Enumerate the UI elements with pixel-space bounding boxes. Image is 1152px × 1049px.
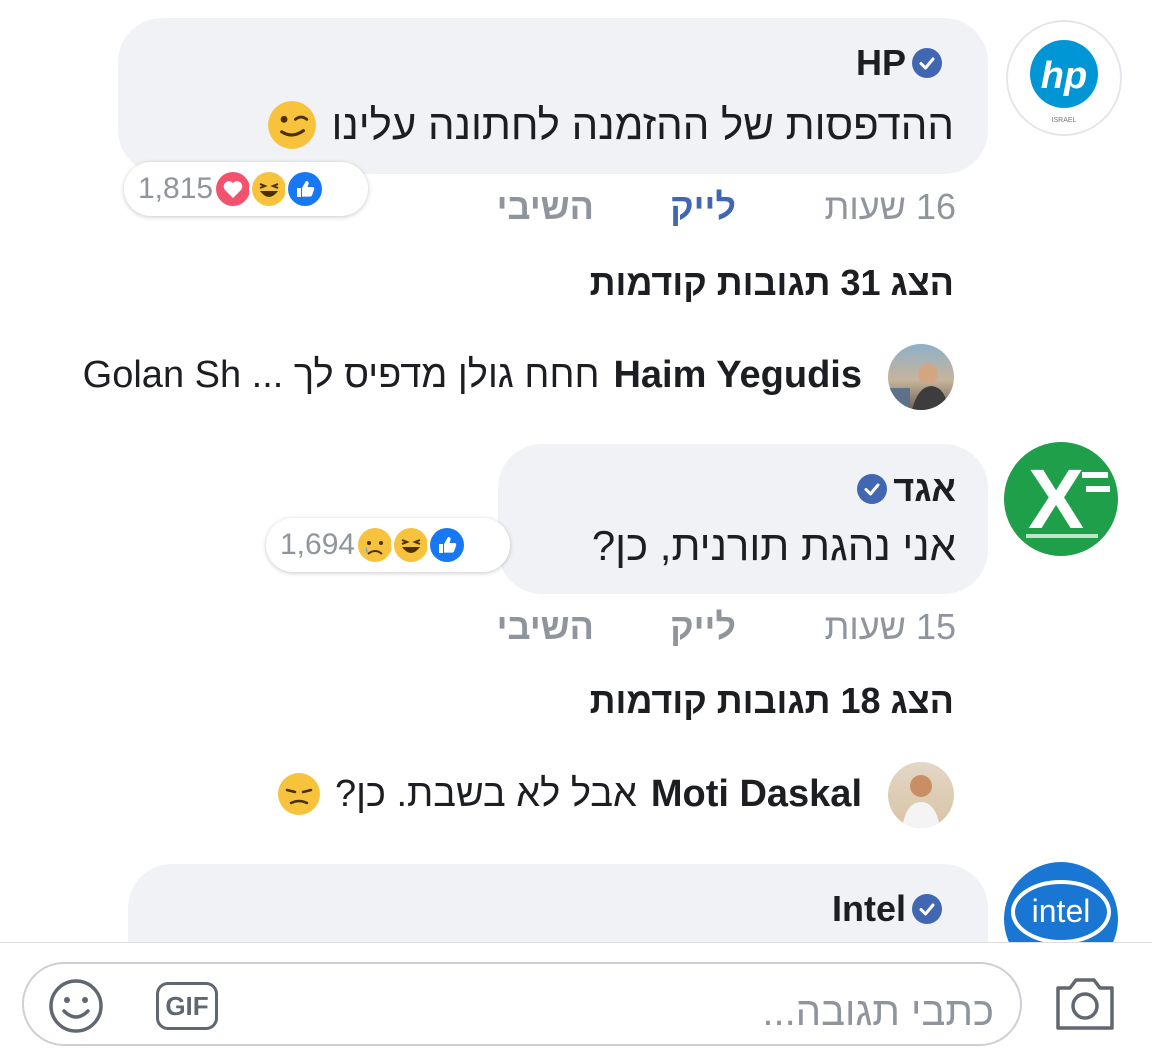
comment-text: אני נהגת תורנית, כן? (591, 522, 956, 569)
reply-text: אבל לא בשבת. כן? (334, 772, 637, 815)
hp-show-previous-replies[interactable]: הצג 31 תגובות קודמות (590, 262, 954, 304)
wink-emoji-icon (268, 101, 317, 149)
egged-comment-text: אני נהגת תורנית, כן? (592, 522, 956, 570)
egged-reply-link[interactable]: השיבי (497, 606, 594, 648)
love-reaction-icon (213, 169, 254, 209)
reaction-count: 1,815 (138, 172, 214, 205)
haim-yegudis-reply: Haim Yegudis חחח גולן מדפיס לך ... Golan… (83, 354, 862, 397)
hp-comment-author[interactable]: HP (856, 42, 942, 84)
person-photo-icon (902, 775, 940, 828)
person-photo-icon (888, 364, 948, 410)
hp-comment-text: ההדפסות של ההזמנה לחתונה עלינו (267, 100, 954, 150)
sad-reaction-icon (355, 525, 396, 565)
egged-show-previous-replies[interactable]: הצג 18 תגובות קודמות (590, 680, 954, 722)
haha-reaction-icon (391, 525, 432, 565)
hp-logo-icon: hp ISRAEL (1030, 40, 1098, 124)
hp-like-link[interactable]: לייק (670, 186, 736, 228)
egged-avatar[interactable]: X (1004, 442, 1118, 556)
verified-badge-icon (912, 48, 942, 78)
egged-comment-author[interactable]: אגד (857, 468, 956, 510)
egged-logo-text: X (1028, 452, 1084, 546)
verified-badge-icon (857, 474, 888, 504)
like-reaction-icon (427, 525, 468, 565)
reply-author[interactable]: Moti Daskal (651, 773, 862, 816)
intel-comment-author[interactable]: Intel (832, 888, 942, 930)
author-name: HP (855, 42, 906, 83)
egged-logo-icon: X (1026, 452, 1110, 546)
moti-daskal-avatar[interactable] (888, 762, 954, 828)
like-reaction-icon (285, 169, 326, 209)
verified-badge-icon (912, 894, 942, 924)
egged-reaction-summary[interactable]: 1,694 (266, 518, 510, 572)
gif-label: GIF (165, 990, 209, 1021)
comment-text: ההדפסות של ההזמנה לחתונה עלינו (331, 101, 954, 148)
egged-comment-bubble (498, 444, 988, 594)
hp-comment-time: 16 שעות (824, 186, 956, 227)
reply-author[interactable]: Haim Yegudis (613, 354, 862, 397)
hp-reaction-summary[interactable]: 1,815 (124, 162, 368, 216)
hp-logo-subtext: ISRAEL (1052, 117, 1077, 124)
egged-like-link[interactable]: לייק (670, 606, 736, 648)
author-name: אגד (893, 468, 956, 509)
intel-logo-text: intel (1032, 893, 1091, 929)
smiley-icon[interactable] (46, 976, 106, 1036)
gif-icon[interactable]: GIF (156, 982, 218, 1030)
comment-input-placeholder: כתבי תגובה... (762, 990, 994, 1034)
egged-comment-time: 15 שעות (824, 606, 956, 647)
moti-daskal-reply: Moti Daskal אבל לא בשבת. כן? (277, 772, 862, 816)
camera-icon[interactable] (1052, 972, 1118, 1034)
haim-yegudis-avatar[interactable] (888, 344, 954, 410)
reply-text: חחח גולן מדפיס לך ... Golan Sh (82, 354, 600, 396)
hp-logo-text: hp (1041, 55, 1087, 97)
author-name: Intel (831, 888, 906, 929)
haha-reaction-icon (249, 169, 290, 209)
reaction-count: 1,694 (280, 528, 356, 561)
unamused-emoji-icon (277, 773, 320, 815)
hp-reply-link[interactable]: השיבי (497, 186, 594, 228)
hp-avatar[interactable]: hp ISRAEL (1006, 20, 1122, 136)
